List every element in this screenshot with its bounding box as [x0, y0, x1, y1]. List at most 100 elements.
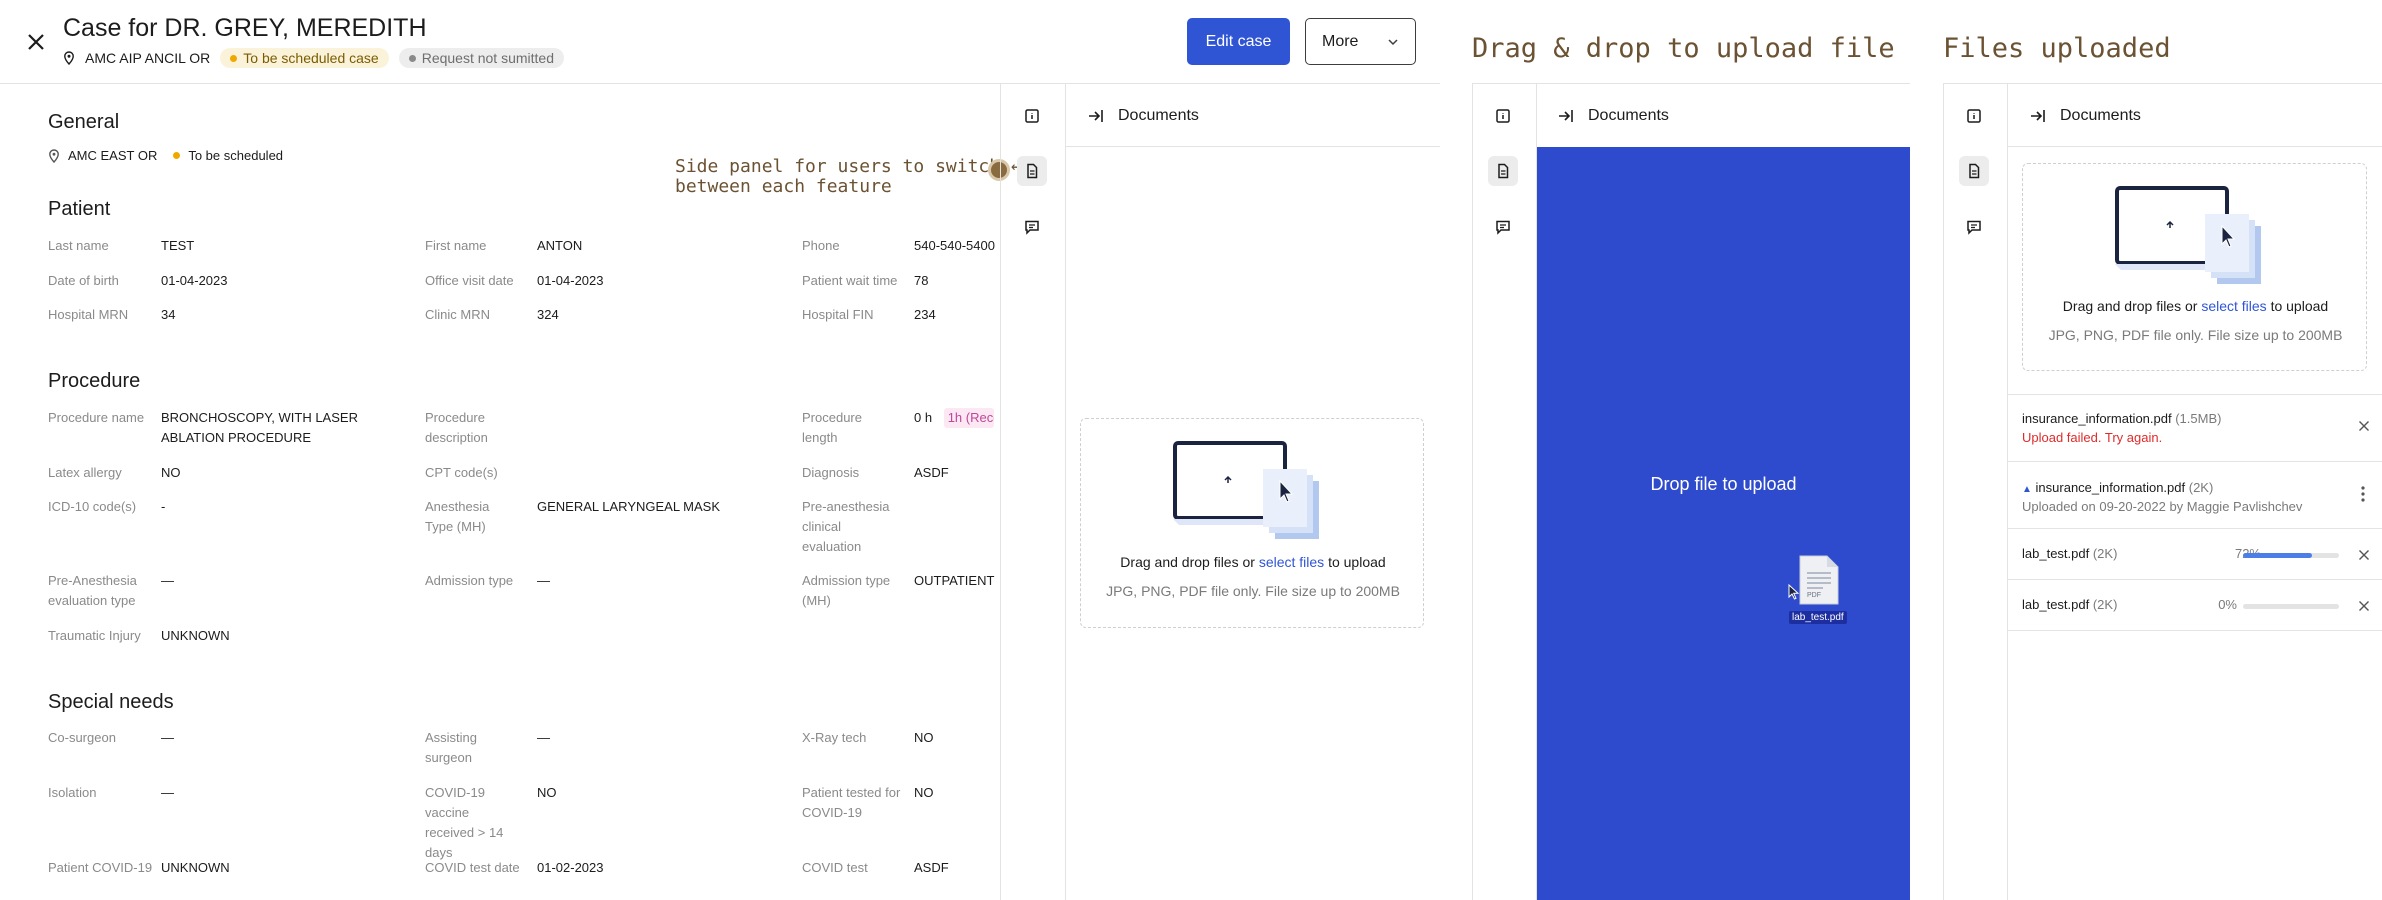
progress-label: 0% — [2218, 597, 2237, 612]
field-value: NO — [914, 785, 934, 800]
field-label: Date of birth — [48, 273, 119, 288]
upload-illustration-icon — [1173, 441, 1319, 539]
dropzone-text-suffix: to upload — [1324, 554, 1386, 570]
field-label: Clinic MRN — [425, 307, 490, 322]
field-label: Procedure description — [425, 410, 488, 445]
field-value: TEST — [161, 238, 195, 253]
file-size: (1.5MB) — [2175, 411, 2222, 426]
document-icon[interactable] — [1959, 156, 1989, 186]
annotation-side-panel: Side panel for users to switch ← between… — [675, 156, 1022, 197]
field-label: Admission type — [425, 573, 514, 588]
file-name: lab_test.pdf (2K) — [2022, 546, 2117, 561]
section-title-general: General — [48, 111, 120, 133]
status-dot-icon — [230, 54, 238, 62]
progress-fill — [2243, 553, 2313, 558]
field-label: Hospital MRN — [48, 307, 129, 322]
close-icon[interactable] — [2358, 420, 2370, 432]
field-value: — — [161, 573, 174, 588]
location-pin-icon — [49, 148, 59, 163]
more-button[interactable]: More — [1305, 18, 1416, 65]
cursor-icon — [1788, 584, 1800, 600]
info-icon[interactable] — [1017, 101, 1047, 131]
general-status: To be scheduled — [188, 148, 284, 163]
field-value: UNKNOWN — [161, 860, 230, 875]
dropzone-text: Drag and drop files or — [2062, 298, 2202, 314]
section-title-procedure: Procedure — [48, 370, 141, 392]
kebab-menu-icon[interactable] — [2361, 486, 2365, 502]
upload-error-link[interactable]: Upload failed. Try again. — [2022, 430, 2162, 445]
upload-meta: Uploaded on 09-20-2022 by Maggie Pavlish… — [2022, 499, 2303, 514]
file-size: (2K) — [2092, 546, 2118, 561]
field-value: OUTPATIENT — [914, 573, 995, 588]
collapse-panel-icon[interactable] — [1558, 109, 1574, 123]
field-value: GENERAL LARYNGEAL MASK — [537, 499, 721, 514]
request-badge: Request not sumitted — [398, 48, 564, 68]
rail-divider — [1000, 83, 1001, 900]
request-badge-label: Request not sumitted — [421, 50, 554, 66]
more-button-label: More — [1322, 32, 1359, 50]
field-label: Phone — [802, 238, 840, 253]
drop-overlay[interactable]: Drop file to upload PDF lab_test.pdf — [1537, 147, 1910, 900]
document-icon[interactable] — [1017, 156, 1047, 186]
select-files-link[interactable]: select files — [2201, 298, 2266, 314]
file-size: (2K) — [2092, 597, 2118, 612]
field-label: COVID test date — [425, 860, 520, 875]
select-files-link[interactable]: select files — [1259, 554, 1324, 570]
file-size: (2K) — [2188, 480, 2214, 495]
close-icon[interactable] — [24, 30, 48, 54]
clipped-row: Patient COVID-19 Positive UNKNOWN COVID … — [0, 857, 1000, 880]
file-name: insurance_information.pdf (1.5MB) — [2022, 411, 2221, 426]
panel3-top-divider — [1943, 83, 2382, 84]
field-label: Procedure name — [48, 410, 145, 425]
file-name-text[interactable]: insurance_information.pdf — [2036, 480, 2186, 495]
file-row-divider — [2007, 630, 2382, 631]
field-label: COVID-19 vaccine received > 14 days — [425, 785, 504, 860]
comment-icon[interactable] — [1488, 212, 1518, 242]
upload-illustration-icon — [2115, 186, 2261, 284]
field-label: First name — [425, 238, 487, 253]
field-label: Procedure length — [802, 410, 862, 445]
field-value: 01-02-2023 — [537, 860, 604, 875]
file-row: lab_test.pdf (2K) 0% — [2007, 580, 2382, 630]
case-location: AMC AIP ANCIL OR — [85, 50, 211, 66]
field-label: Last name — [48, 238, 109, 253]
info-icon[interactable] — [1959, 101, 1989, 131]
field-label: Latex allergy — [48, 465, 122, 480]
collapse-panel-icon[interactable] — [1088, 109, 1104, 123]
panel2-left-border — [1472, 83, 1473, 900]
section-title-patient: Patient — [48, 198, 111, 220]
documents-title: Documents — [1118, 107, 1199, 124]
dropzone-text: Drag and drop files or — [1120, 554, 1259, 570]
field-value: — — [161, 785, 174, 800]
drop-overlay-text: Drop file to upload — [1650, 474, 1797, 494]
panel2-top-divider — [1472, 83, 1910, 84]
dropzone[interactable]: Drag and drop files or select files to u… — [2022, 163, 2367, 371]
info-icon[interactable] — [1488, 101, 1518, 131]
field-value: ASDF — [914, 860, 949, 875]
dropzone[interactable]: Drag and drop files or select files to u… — [1080, 418, 1424, 628]
procedure-length-value: 0 h — [914, 410, 933, 425]
comment-icon[interactable] — [1017, 212, 1047, 242]
file-name-text: lab_test.pdf — [2022, 597, 2090, 612]
request-dot-icon — [408, 54, 416, 62]
document-icon[interactable] — [1488, 156, 1518, 186]
progress-bar — [2243, 553, 2339, 558]
field-value: BRONCHOSCOPY, WITH LASER ABLATION PROCED… — [161, 410, 358, 445]
status-badge-label: To be scheduled case — [243, 50, 379, 66]
field-value: 01-04-2023 — [537, 273, 604, 288]
field-label: Co-surgeon — [48, 730, 116, 745]
field-label: Pre-Anesthesia evaluation type — [48, 573, 137, 608]
close-icon[interactable] — [2358, 600, 2370, 612]
field-label: Patient COVID-19 Positive — [48, 860, 153, 875]
close-icon[interactable] — [2358, 549, 2370, 561]
field-label: Assisting surgeon — [425, 730, 478, 765]
comment-icon[interactable] — [1959, 212, 1989, 242]
field-label: Hospital FIN — [802, 307, 874, 322]
field-value: ANTON — [537, 238, 583, 253]
documents-header: Documents — [2030, 106, 2141, 126]
field-value: — — [161, 730, 174, 745]
collapse-panel-icon[interactable] — [2030, 109, 2046, 123]
header-divider — [0, 83, 1440, 84]
edit-case-button[interactable]: Edit case — [1187, 18, 1290, 65]
field-label: Anesthesia Type (MH) — [425, 499, 490, 534]
